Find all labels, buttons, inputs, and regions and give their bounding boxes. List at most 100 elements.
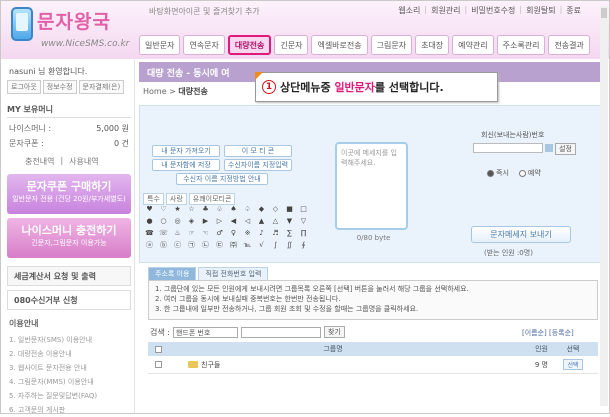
special-char[interactable]: ● [143, 216, 156, 227]
menu-reservation[interactable]: 예약관리 [452, 35, 494, 55]
special-char[interactable]: □ [297, 204, 310, 215]
special-char[interactable]: ■ [283, 204, 296, 215]
guide-item[interactable]: 6. 고객문의 게시판 [9, 403, 133, 417]
special-char[interactable]: ♥ [143, 204, 156, 215]
guide-item[interactable]: 4. 그림문자(MMS) 이용안내 [9, 375, 133, 389]
special-char[interactable]: ☞ [185, 228, 198, 239]
special-char[interactable]: ◁ [241, 216, 254, 227]
dropdown-icon[interactable] [545, 144, 553, 152]
load-my-message-button[interactable]: 내 문자 가져오기 [152, 145, 220, 157]
top-link-member[interactable]: 회원관리 [431, 5, 460, 16]
message-textarea[interactable]: 이곳에 메세지를 입력해주세요. 0/80 byte [335, 142, 408, 242]
guide-item[interactable]: 2. 대량전송 이용안내 [9, 347, 133, 361]
special-char[interactable]: ♧ [213, 204, 226, 215]
top-link-exit[interactable]: 종료 [566, 5, 581, 16]
top-link-password[interactable]: 비밀번호수정 [471, 5, 515, 16]
breadcrumb-home[interactable]: Home [143, 87, 167, 96]
special-char[interactable]: ♀ [227, 228, 240, 239]
special-char[interactable]: ㉠ [185, 240, 198, 251]
buy-coupon-banner[interactable]: 문자쿠폰 구매하기 일반문자 전용 (건당 20원/부가세별도) [7, 174, 131, 214]
tab-direct-input[interactable]: 직접 전화번호 입력 [198, 267, 269, 280]
save-to-inbox-button[interactable]: 내 문자함에 저장 [152, 159, 220, 171]
emoticon-button[interactable]: 이 모 티 콘 [224, 145, 292, 157]
special-char[interactable]: ◈ [185, 216, 198, 227]
special-char[interactable]: ⓑ [157, 240, 170, 251]
special-char[interactable]: ㈜ [227, 240, 240, 251]
tax-invoice-item[interactable]: 세금계산서 요청 및 출력 [7, 266, 131, 286]
menu-bulk-send[interactable]: 대량전송 [227, 35, 272, 55]
recipient-name-guide-button[interactable]: 수신자 이름 지정방법 안내 [176, 173, 268, 185]
special-char[interactable]: ∮ [297, 240, 310, 251]
select-all-checkbox[interactable] [154, 345, 162, 353]
special-char[interactable]: ☜ [199, 228, 212, 239]
special-char[interactable]: ⓐ [143, 240, 156, 251]
menu-picture-sms[interactable]: 그림문자 [370, 35, 413, 55]
special-char[interactable]: ◎ [171, 216, 184, 227]
logout-button[interactable]: 로그아웃 [7, 80, 41, 94]
special-char[interactable]: ♂ [213, 228, 226, 239]
scrollbar[interactable] [600, 6, 608, 406]
special-char[interactable]: ㉢ [213, 240, 226, 251]
guide-item[interactable]: 1. 일반문자(SMS) 이용안내 [9, 333, 133, 347]
top-link-withdraw[interactable]: 회원탈퇴 [526, 5, 555, 16]
radio-reserve[interactable]: 예약 [518, 168, 541, 178]
charge-money-banner[interactable]: 나이스머니 충전하기 긴문자,그림문자 이용가능 [7, 218, 131, 258]
row-checkbox[interactable] [154, 361, 162, 368]
special-char[interactable]: ※ [241, 228, 254, 239]
special-char[interactable]: ♪ [255, 228, 268, 239]
menu-excel-send[interactable]: 엑셀바로전송 [311, 35, 368, 55]
site-logo[interactable]: 문자왕국 www.NiceSMS.co.kr [7, 5, 137, 57]
reply-number-input[interactable] [473, 143, 543, 153]
sort-links[interactable]: [이름순] [등록순] [522, 328, 574, 338]
special-char[interactable]: ☎ [143, 228, 156, 239]
special-char[interactable]: ∏ [297, 228, 310, 239]
menu-invitation[interactable]: 초대장 [415, 35, 450, 55]
special-char[interactable]: ◀ [227, 216, 240, 227]
menu-general-sms[interactable]: 일반문자 [139, 35, 181, 55]
special-char[interactable]: ☏ [157, 228, 170, 239]
menu-long-sms[interactable]: 긴문자 [274, 35, 309, 55]
special-char[interactable]: ◇ [269, 204, 282, 215]
special-char[interactable]: ▶ [199, 216, 212, 227]
special-char[interactable]: ∬ [283, 240, 296, 251]
reject-080-item[interactable]: 080수신거부 신청 [7, 290, 131, 310]
special-char[interactable]: ♨ [171, 228, 184, 239]
scroll-thumb[interactable] [601, 8, 607, 18]
special-char[interactable]: ∫ [269, 240, 282, 251]
usage-history-link[interactable]: 사용내역 [69, 156, 98, 167]
special-char[interactable]: ♤ [241, 204, 254, 215]
set-button[interactable]: 설정 [555, 143, 576, 155]
select-group-button[interactable]: 선택 [563, 359, 583, 370]
special-char[interactable]: ▷ [213, 216, 226, 227]
special-char[interactable]: √ [255, 240, 268, 251]
search-button[interactable]: 찾기 [323, 326, 345, 338]
guide-item[interactable]: 3. 웹사이트 문자전용 안내 [9, 361, 133, 375]
menu-send-result[interactable]: 전송결과 [548, 35, 590, 55]
special-char[interactable]: ∑ [283, 228, 296, 239]
special-char[interactable]: △ [269, 216, 282, 227]
special-char[interactable]: ○ [157, 216, 170, 227]
menu-address-book[interactable]: 주소록관리 [496, 35, 546, 55]
group-name[interactable]: 친구들 [201, 361, 220, 369]
send-message-button[interactable]: 문자메세지 보내기 [471, 226, 571, 243]
radio-now[interactable]: 즉시 [487, 168, 509, 178]
special-char[interactable]: ♣ [199, 204, 212, 215]
special-char[interactable]: ▽ [297, 216, 310, 227]
payment-button[interactable]: 문자결제(은) [78, 80, 125, 94]
bookmark-link[interactable]: 바탕화면아이콘 및 즐겨찾기 추가 [149, 6, 260, 17]
tab-address-book[interactable]: 주소록 이용 [148, 267, 197, 280]
special-char[interactable]: ㉡ [199, 240, 212, 251]
menu-continuous-sms[interactable]: 연속문자 [183, 35, 225, 55]
search-field-select[interactable]: 핸드폰 번호 [172, 326, 238, 338]
charge-history-link[interactable]: 충전내역 [25, 156, 54, 167]
top-link-websori[interactable]: 웹소리 [398, 5, 420, 16]
special-char[interactable]: ♠ [227, 204, 240, 215]
special-char[interactable]: ♡ [157, 204, 170, 215]
special-char[interactable]: ▲ [255, 216, 268, 227]
search-input[interactable] [240, 326, 321, 338]
recipient-name-input-button[interactable]: 수신자이름 지정입력 [224, 159, 292, 171]
special-char[interactable]: ♬ [269, 228, 282, 239]
special-char[interactable]: ▼ [283, 216, 296, 227]
special-char[interactable]: ☆ [185, 204, 198, 215]
special-char[interactable]: ⓒ [171, 240, 184, 251]
